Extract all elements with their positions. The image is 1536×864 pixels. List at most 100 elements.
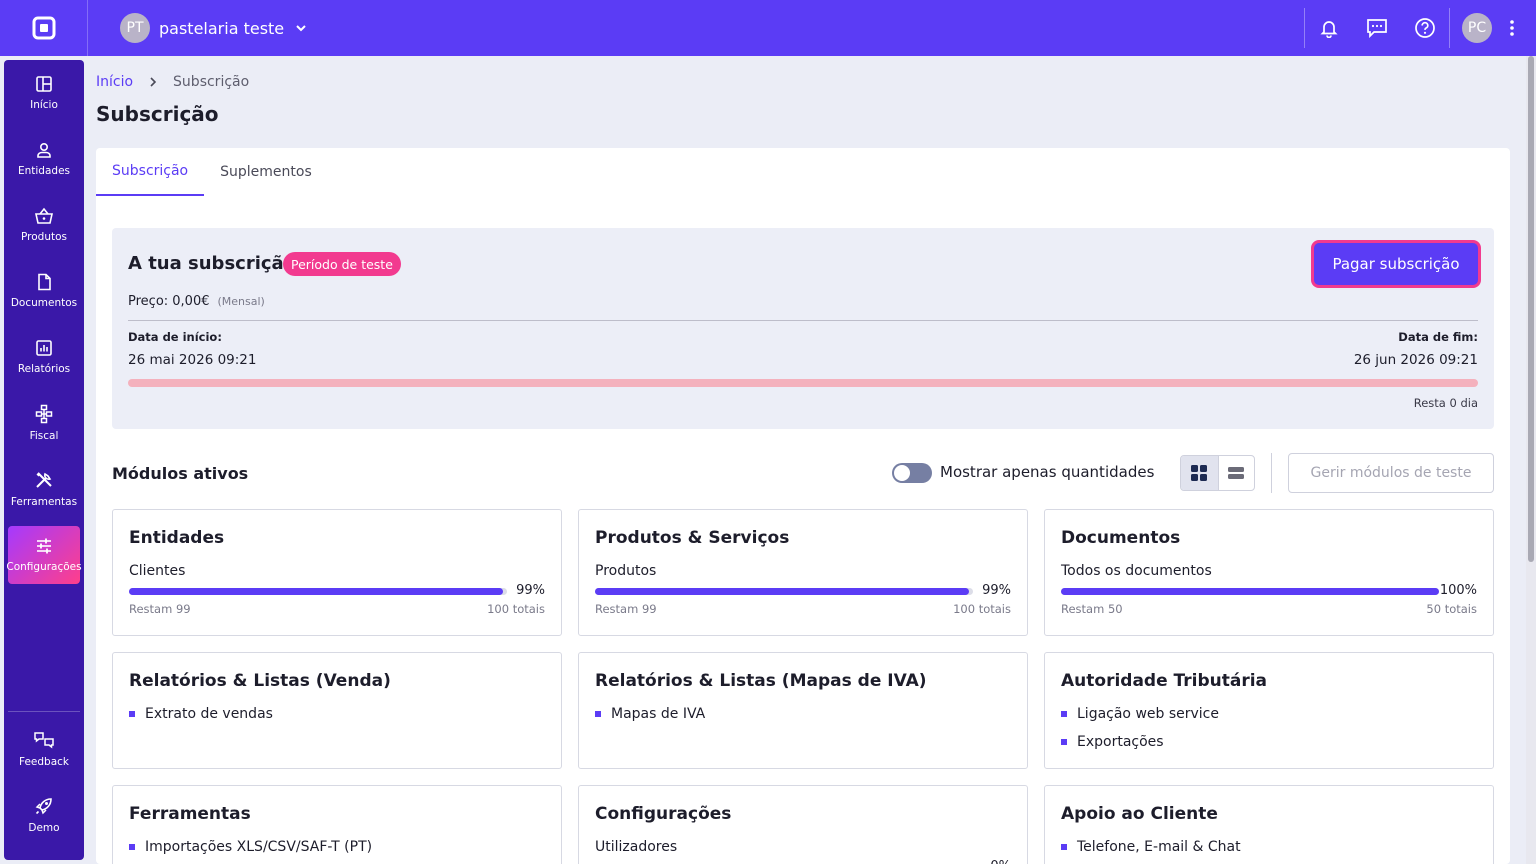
sidebar-item-label: Entidades (17, 165, 71, 177)
list-item: Ligação web service (1061, 706, 1219, 722)
tools-icon (36, 472, 52, 488)
sidebar-item-configuracoes[interactable]: Configurações (6, 526, 82, 584)
sidebar-item-ferramentas[interactable]: Ferramentas (8, 460, 80, 518)
company-name: pastelaria teste (159, 18, 285, 38)
module-card-entidades: Entidades Clientes 99% Restam 99 100 tot… (112, 509, 562, 636)
grid-icon (1191, 465, 1208, 481)
module-title: Ferramentas (129, 804, 251, 824)
dashboard-icon (36, 76, 52, 92)
more-menu-button[interactable] (1500, 19, 1524, 37)
tab-suplementos[interactable]: Suplementos (204, 148, 328, 196)
usage-progress-bar (595, 588, 973, 595)
usage-progress-bar (1061, 588, 1439, 595)
module-card-ferramentas: Ferramentas Importações XLS/CSV/SAF-T (P… (112, 785, 562, 864)
usage-remaining: Restam 99 (129, 602, 191, 616)
messages-button[interactable] (1353, 0, 1401, 56)
help-icon (1415, 18, 1435, 38)
sidebar-item-label: Configurações (6, 561, 82, 573)
pay-subscription-button[interactable]: Pagar subscrição (1314, 243, 1478, 285)
usage-percent: 0% (990, 859, 1011, 864)
subscription-panel: A tua subscrição Período de teste Pagar … (112, 228, 1494, 429)
chat-icon (1367, 19, 1387, 38)
usage-total: 100 totais (487, 602, 545, 616)
grid-view-button[interactable] (1181, 456, 1218, 490)
sidebar-item-relatorios[interactable]: Relatórios (8, 328, 80, 386)
breadcrumb: Início Subscrição (96, 74, 249, 90)
hierarchy-icon (35, 404, 53, 424)
sidebar-item-label: Relatórios (17, 363, 71, 375)
usage-percent: 99% (982, 583, 1011, 598)
module-title: Autoridade Tributária (1061, 671, 1268, 691)
breadcrumb-home-link[interactable]: Início (96, 74, 133, 90)
trial-progress-bar (128, 379, 1478, 387)
top-bar: PT pastelaria teste PC (0, 0, 1536, 56)
module-subtitle: Todos os documentos (1061, 563, 1212, 579)
app-logo[interactable] (0, 0, 88, 56)
sidebar-item-demo[interactable]: Demo (8, 786, 80, 844)
module-card-produtos: Produtos & Serviços Produtos 99% Restam … (578, 509, 1028, 636)
usage-progress-bar (129, 588, 507, 595)
module-title: Entidades (129, 528, 225, 548)
company-switcher[interactable]: PT pastelaria teste (120, 0, 308, 56)
view-mode-switch (1180, 455, 1255, 491)
page-scrollbar[interactable] (1526, 56, 1536, 864)
list-icon (1228, 467, 1245, 479)
quantities-toggle[interactable] (892, 463, 932, 483)
module-title: Relatórios & Listas (Venda) (129, 671, 391, 691)
list-item: Extrato de vendas (129, 706, 273, 722)
logo-icon (32, 16, 55, 40)
usage-total: 50 totais (1426, 602, 1477, 616)
list-item: Mapas de IVA (595, 706, 705, 722)
usage-remaining: Restam 99 (595, 602, 657, 616)
list-view-button[interactable] (1217, 456, 1255, 490)
module-subtitle: Produtos (595, 563, 657, 579)
tab-subscricao[interactable]: Subscrição (96, 148, 205, 196)
chevron-right-icon (147, 76, 159, 88)
feedback-icon (34, 732, 54, 749)
sidebar: Início Entidades Produtos Documentos Rel… (4, 60, 84, 860)
module-card-autoridade-tributaria: Autoridade Tributária Ligação web servic… (1044, 652, 1494, 769)
subscription-price: Preço: 0,00€ (Mensal) (128, 294, 265, 309)
scrollbar-thumb[interactable] (1528, 56, 1534, 562)
sidebar-item-label: Ferramentas (10, 496, 78, 508)
module-card-apoio-cliente: Apoio ao Cliente Telefone, E-mail & Chat (1044, 785, 1494, 864)
manage-trial-modules-button[interactable]: Gerir módulos de teste (1288, 453, 1494, 493)
sidebar-item-label: Produtos (21, 231, 67, 243)
document-icon (38, 273, 51, 291)
sliders-icon (37, 538, 51, 554)
module-title: Apoio ao Cliente (1061, 804, 1218, 824)
trial-status-badge: Período de teste (283, 252, 401, 276)
toggle-knob (894, 465, 910, 481)
usage-total: 100 totais (953, 602, 1011, 616)
module-subtitle: Clientes (129, 563, 186, 579)
company-avatar: PT (120, 13, 150, 43)
list-item: Importações XLS/CSV/SAF-T (PT) (129, 839, 372, 855)
module-title: Produtos & Serviços (595, 528, 790, 548)
remaining-days: Resta 0 dia (1413, 396, 1478, 410)
sidebar-item-entidades[interactable]: Entidades (8, 130, 80, 188)
notifications-button[interactable] (1305, 0, 1353, 56)
sidebar-item-produtos[interactable]: Produtos (8, 196, 80, 254)
kebab-icon (1510, 20, 1514, 36)
module-title: Configurações (595, 804, 732, 824)
price-value: Preço: 0,00€ (128, 294, 210, 309)
main-card: Subscrição Suplementos A tua subscrição … (96, 148, 1510, 864)
sidebar-item-feedback[interactable]: Feedback (8, 720, 80, 778)
module-card-documentos: Documentos Todos os documentos 100% Rest… (1044, 509, 1494, 636)
basket-icon (35, 207, 53, 224)
end-date-value: 26 jun 2026 09:21 (1353, 352, 1478, 368)
sidebar-item-documentos[interactable]: Documentos (8, 262, 80, 320)
sidebar-item-inicio[interactable]: Início (8, 64, 80, 122)
list-item: Exportações (1061, 734, 1164, 750)
usage-percent: 99% (516, 583, 545, 598)
tab-bar: Subscrição Suplementos (96, 148, 328, 196)
module-title: Documentos (1061, 528, 1181, 548)
sidebar-item-label: Fiscal (29, 430, 59, 442)
quantities-toggle-label[interactable]: Mostrar apenas quantidades (940, 463, 1154, 481)
help-button[interactable] (1401, 0, 1449, 56)
sidebar-item-fiscal[interactable]: Fiscal (8, 394, 80, 452)
list-item: Telefone, E-mail & Chat (1061, 839, 1241, 855)
module-card-relatorios-iva: Relatórios & Listas (Mapas de IVA) Mapas… (578, 652, 1028, 769)
start-date-label: Data de início: (128, 330, 222, 344)
user-avatar[interactable]: PC (1462, 13, 1492, 43)
